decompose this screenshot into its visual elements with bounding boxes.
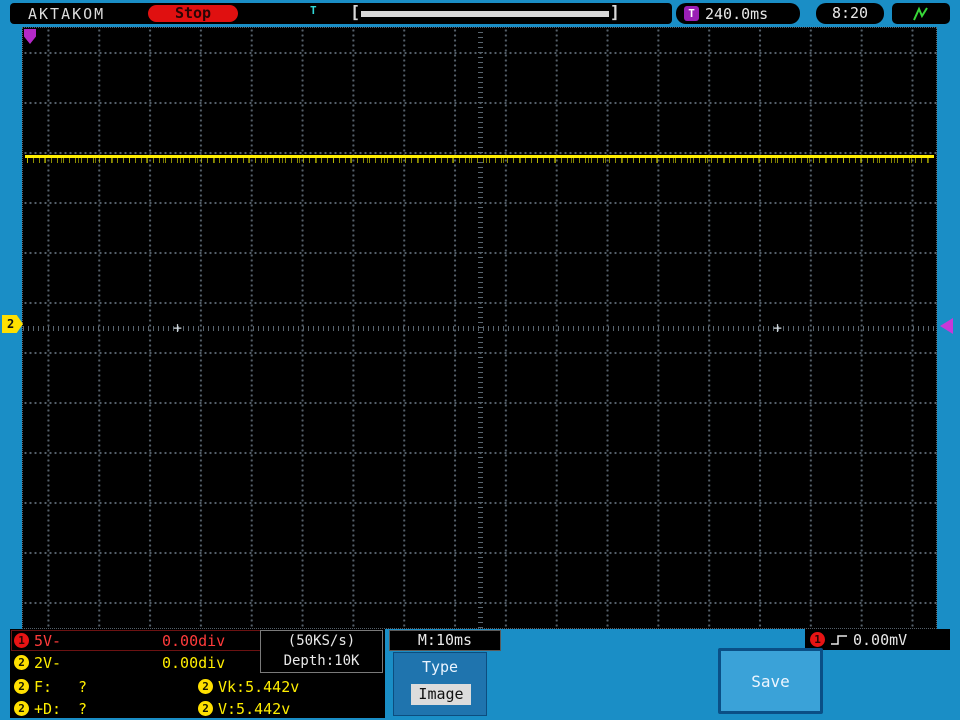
memory-bracket-right: ] [609,3,620,23]
ch2-scale: 2V- [34,654,62,672]
center-plus-marker: + [773,319,783,337]
measure-row-1: 2 F: ? 2 Vk:5.442v [10,677,385,697]
trigger-readout: 1 0.00mV [805,629,950,650]
trigger-position-marker[interactable] [24,29,36,44]
freq-label: F: [34,678,53,696]
memory-window-bar: [ ] [350,3,620,24]
menu-option-image[interactable]: Image [411,684,471,705]
acquisition-box: (50KS/s) Depth:10K [260,630,383,673]
duty-value: ? [78,700,88,718]
brand-label: AKTAKOM [28,5,106,23]
trigger-level-value: 0.00mV [853,630,908,649]
ch2-badge: 2 [198,679,213,694]
ch2-trace-noise [27,158,932,163]
oscilloscope-ui: AKTAKOM Stop T [ ] T 240.0ms 8:20 + + 2 … [0,0,960,720]
measure-row-2: 2 +D: ? 2 V:5.442v [10,699,385,719]
sample-rate: (50KS/s) [287,633,356,649]
trigger-time-value: 240.0ms [705,4,769,23]
usb-status-icon [913,6,928,20]
ch1-badge: 1 [810,632,825,647]
ch1-badge: 1 [14,633,29,648]
graticule-screen: + + 2 [2,27,953,629]
memory-bracket-left: [ [350,3,361,23]
top-bar: AKTAKOM Stop T [ ] [10,3,672,24]
ch2-badge: 2 [14,679,29,694]
ch2-level-marker[interactable]: 2 [2,315,23,333]
menu-title: Type [421,658,459,676]
ch2-badge: 2 [14,701,29,716]
center-plus-marker: + [173,319,183,337]
memory-trigger-pointer: T [310,4,317,17]
save-menu-panel: Type Image [393,652,487,716]
record-depth: Depth:10K [283,653,360,669]
center-vertical-axis [478,28,483,628]
trigger-level-arrow[interactable] [940,318,953,334]
rising-edge-icon [831,634,847,645]
vk-measurement: Vk:5.442v [218,678,300,696]
trigger-time-pill: T 240.0ms [676,3,800,24]
v-measurement: V:5.442v [218,700,291,718]
ch2-badge: 2 [14,655,29,670]
usb-segment [892,3,950,24]
freq-value: ? [78,678,88,696]
run-state-button[interactable]: Stop [148,5,238,22]
save-button[interactable]: Save [718,648,823,714]
trigger-t-icon: T [684,6,699,21]
timebase-box: M:10ms [389,630,501,651]
duty-label: +D: [34,700,62,718]
ch1-offset: 0.00div [162,632,226,650]
ch2-offset: 0.00div [162,654,226,672]
ch1-scale: 5V- [34,632,62,650]
clock: 8:20 [816,3,884,24]
status-panel: 1 5V- 0.00div 2 2V- 0.00div (50KS/s) Dep… [10,629,385,718]
ch2-badge: 2 [198,701,213,716]
memory-window-fill [361,10,609,17]
